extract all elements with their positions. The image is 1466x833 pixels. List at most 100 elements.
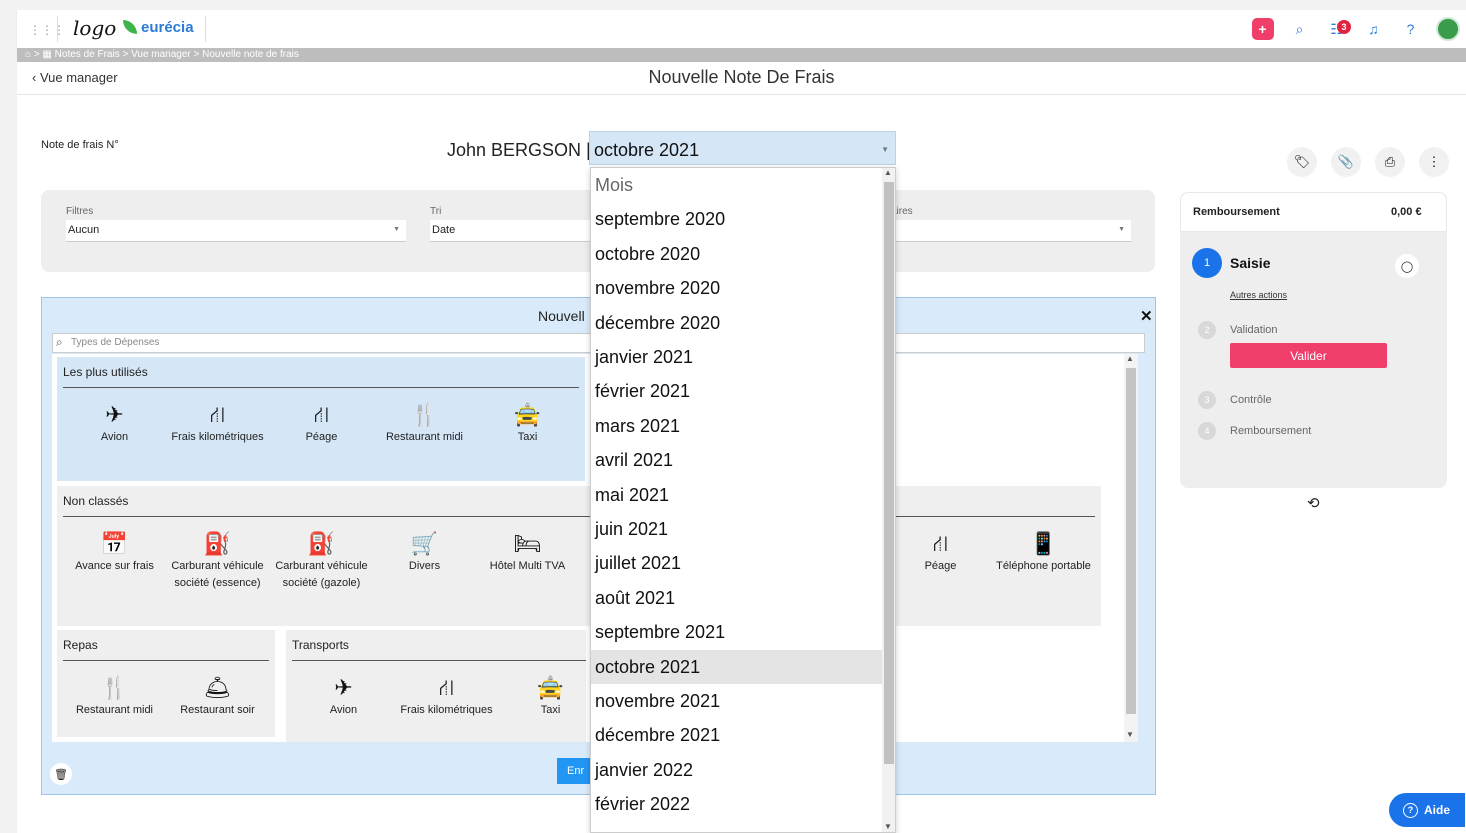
month-option[interactable]: décembre 2021 xyxy=(591,718,882,752)
scroll-up-icon[interactable]: ▲ xyxy=(884,168,892,177)
apps-grid-icon[interactable]: ⋮⋮⋮ xyxy=(29,23,65,37)
more-vertical-icon: ⋮ xyxy=(1427,154,1441,169)
close-icon[interactable]: ✕ xyxy=(1140,307,1153,325)
scroll-thumb[interactable] xyxy=(1126,368,1136,714)
expense-type-restaurant-midi[interactable]: 🍴 Restaurant midi xyxy=(372,401,477,446)
expense-type-telephone[interactable]: 📱 Téléphone portable xyxy=(991,530,1096,575)
trash-icon: 🗑 xyxy=(54,768,68,781)
expense-type-avance[interactable]: 📅 Avance sur frais xyxy=(62,530,167,575)
item-label: Carburant véhicule société (gazole) xyxy=(275,560,368,589)
month-option[interactable]: novembre 2021 xyxy=(591,684,882,718)
expense-type-restaurant-midi[interactable]: 🍴 Restaurant midi xyxy=(62,674,167,719)
category-title: Non classés xyxy=(63,494,129,508)
eurecia-brand[interactable]: eurécia xyxy=(123,19,194,36)
month-option[interactable]: septembre 2020 xyxy=(591,202,882,236)
more-button[interactable]: ⋮ xyxy=(1419,147,1449,177)
month-option[interactable]: avril 2021 xyxy=(591,443,882,477)
month-option[interactable]: février 2021 xyxy=(591,374,882,408)
expense-type-restaurant-soir[interactable]: 🛎 Restaurant soir xyxy=(165,674,270,719)
scroll-thumb[interactable] xyxy=(884,182,894,764)
filters-value: Aucun xyxy=(68,224,100,236)
item-label: Restaurant midi xyxy=(385,431,464,443)
item-label: Restaurant midi xyxy=(75,704,154,716)
month-option[interactable]: janvier 2022 xyxy=(591,753,882,787)
item-label: Avion xyxy=(100,431,129,443)
month-option[interactable]: janvier 2021 xyxy=(591,340,882,374)
delete-button[interactable]: 🗑 xyxy=(50,763,72,785)
expense-type-avion[interactable]: ✈ Avion xyxy=(291,674,396,719)
expense-type-hotel[interactable]: 🛏 Hôtel Multi TVA xyxy=(475,530,580,575)
third-filter-select[interactable]: ▼ xyxy=(891,220,1131,242)
fuel-icon: ⛽ xyxy=(307,531,336,556)
tasks-button[interactable]: ☷3 xyxy=(1318,10,1355,48)
plus-icon: + xyxy=(1251,18,1274,40)
expense-type-taxi[interactable]: 🚖 Taxi xyxy=(475,401,580,446)
step-label-validation: Validation xyxy=(1230,324,1278,336)
expense-number-label: Note de frais N° xyxy=(41,139,119,151)
caret-down-icon: ▼ xyxy=(881,145,889,154)
filters-select[interactable]: Aucun ▼ xyxy=(66,220,406,242)
question-icon: ? xyxy=(1406,21,1415,37)
step-label-remboursement: Remboursement xyxy=(1230,425,1312,437)
leaf-icon xyxy=(123,20,137,34)
month-option[interactable]: octobre 2021 xyxy=(591,649,882,684)
month-option[interactable]: septembre 2021 xyxy=(591,615,882,649)
expense-type-frais-km[interactable]: ⛙ Frais kilométriques xyxy=(165,401,270,446)
help-button[interactable]: ? Aide xyxy=(1389,793,1465,827)
item-label: Divers xyxy=(408,560,441,572)
month-option[interactable]: août 2021 xyxy=(591,581,882,615)
create-button[interactable]: + xyxy=(1244,10,1281,48)
month-option[interactable]: octobre 2020 xyxy=(591,237,882,271)
history-icon[interactable]: ⟲ xyxy=(1307,494,1320,512)
scroll-down-icon[interactable]: ▼ xyxy=(1126,730,1134,739)
step-number-2: 2 xyxy=(1198,321,1216,339)
breadcrumb[interactable]: ⌂ > ▦ Notes de Frais > Vue manager > Nou… xyxy=(17,48,1466,62)
paperclip-icon: 📎 xyxy=(1337,154,1355,169)
expense-type-frais-km[interactable]: ⛙ Frais kilométriques xyxy=(394,674,499,719)
comment-icon[interactable]: ◯ xyxy=(1395,254,1419,278)
road-icon: ⛙ xyxy=(932,531,949,556)
scroll-down-icon[interactable]: ▼ xyxy=(884,822,892,831)
month-option[interactable]: décembre 2020 xyxy=(591,306,882,340)
taxi-icon: 🚖 xyxy=(513,402,542,427)
scroll-up-icon[interactable]: ▲ xyxy=(1126,354,1134,363)
help-circle-button[interactable]: ? xyxy=(1392,10,1429,48)
print-button[interactable]: ⎙ xyxy=(1375,147,1405,177)
item-label: Péage xyxy=(305,431,338,443)
expense-type-avion[interactable]: ✈ Avion xyxy=(62,401,167,446)
notifications-button[interactable]: ♫ xyxy=(1355,10,1392,48)
road-icon: ⛙ xyxy=(209,402,226,427)
expense-type-carburant-essence[interactable]: ⛽ Carburant véhicule société (essence) xyxy=(165,530,270,592)
expense-type-taxi[interactable]: 🚖 Taxi xyxy=(498,674,603,719)
bed-icon: 🛏 xyxy=(513,531,542,556)
month-option[interactable]: juin 2021 xyxy=(591,512,882,546)
other-actions-link[interactable]: Autres actions xyxy=(1230,290,1287,300)
category-title: Les plus utilisés xyxy=(63,365,148,379)
list-scrollbar[interactable]: ▲ ▼ xyxy=(1124,354,1138,742)
search-button[interactable]: ⌕ xyxy=(1281,10,1318,48)
expense-type-divers[interactable]: 🛒 Divers xyxy=(372,530,477,575)
expense-type-peage[interactable]: ⛙ Péage xyxy=(888,530,993,575)
cloche-icon: 🛎 xyxy=(203,675,232,700)
caret-down-icon: ▼ xyxy=(1118,226,1125,233)
dropdown-scrollbar[interactable]: ▲ ▼ xyxy=(882,168,895,832)
month-option[interactable]: mars 2021 xyxy=(591,409,882,443)
month-option[interactable]: novembre 2020 xyxy=(591,271,882,305)
validate-button[interactable]: Valider xyxy=(1230,343,1387,368)
month-option[interactable]: juillet 2021 xyxy=(591,546,882,580)
month-option[interactable]: mai 2021 xyxy=(591,478,882,512)
step-number-1: 1 xyxy=(1192,248,1222,278)
month-option[interactable]: février 2022 xyxy=(591,787,882,821)
attach-button[interactable]: 📎 xyxy=(1331,147,1361,177)
item-label: Frais kilométriques xyxy=(171,431,264,443)
bell-icon: ♫ xyxy=(1368,21,1379,37)
month-select[interactable]: octobre 2021 ▼ xyxy=(589,131,896,165)
road-icon: ⛙ xyxy=(438,675,455,700)
reimbursement-panel: Remboursement 0,00 € 1 Saisie ◯ Autres a… xyxy=(1180,192,1447,488)
expense-type-peage[interactable]: ⛙ Péage xyxy=(269,401,374,446)
user-menu[interactable] xyxy=(1429,10,1466,48)
divider xyxy=(292,660,586,661)
expense-type-carburant-gazole[interactable]: ⛽ Carburant véhicule société (gazole) xyxy=(269,530,374,592)
tag-button[interactable]: 🏷 xyxy=(1287,147,1317,177)
sort-select[interactable]: Date xyxy=(430,220,600,242)
